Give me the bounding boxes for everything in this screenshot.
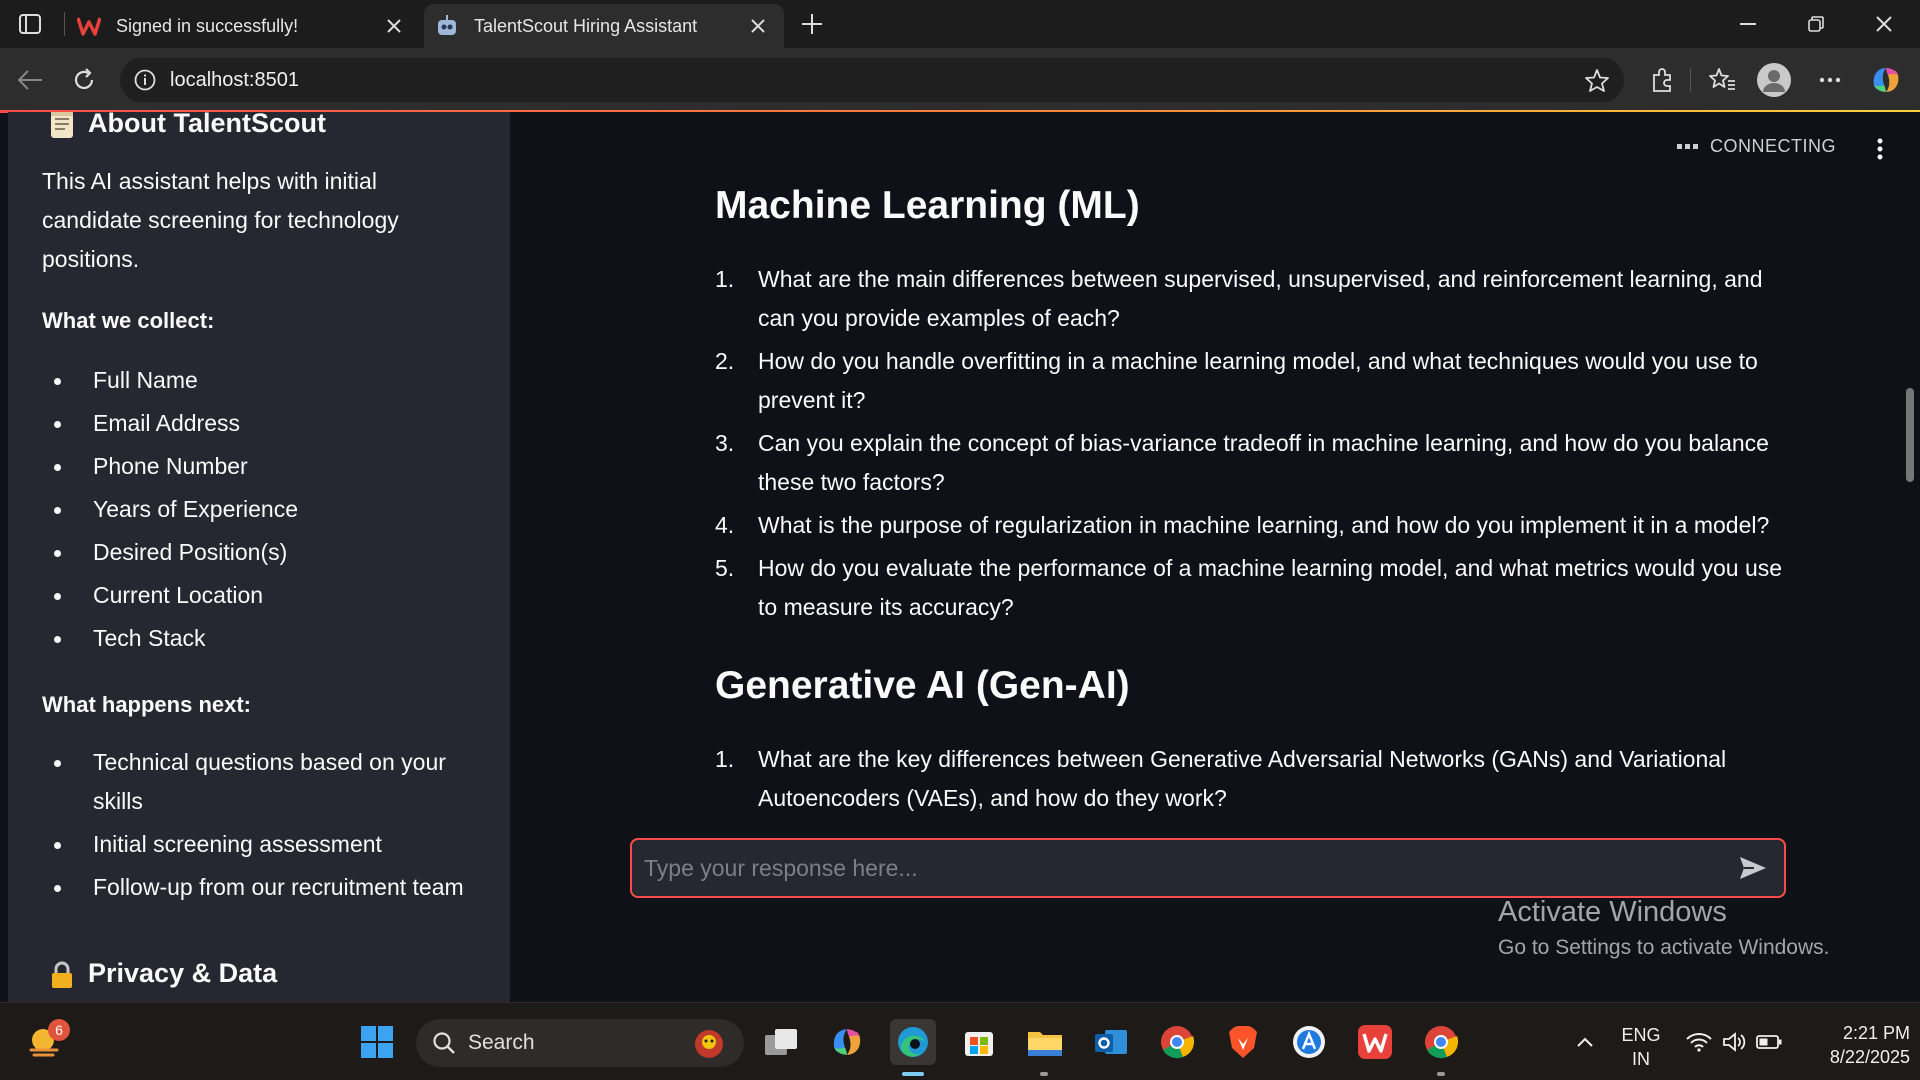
input-language[interactable]: ENG IN	[1616, 1023, 1666, 1071]
chrome-icon[interactable]	[1154, 1019, 1200, 1065]
favorite-star-icon[interactable]	[1584, 68, 1610, 97]
site-info-icon[interactable]	[134, 69, 156, 96]
outlook-icon[interactable]	[1088, 1019, 1134, 1065]
sidebar: About TalentScout This AI assistant help…	[8, 112, 510, 1002]
collect-heading: What we collect:	[42, 308, 215, 333]
list-item: Full Name	[42, 361, 482, 404]
search-label: Search	[468, 1031, 535, 1054]
brave-browser-icon[interactable]	[1220, 1019, 1266, 1065]
connecting-dots-icon	[1677, 144, 1698, 149]
reload-icon[interactable]	[66, 62, 102, 98]
windows-activation-subtitle: Go to Settings to activate Windows.	[1498, 936, 1830, 959]
genai-question-list: 1. What are the key differences between G…	[715, 740, 1805, 822]
close-window-icon[interactable]	[1866, 8, 1902, 40]
tab-signed-in[interactable]: Signed in successfully!	[64, 4, 420, 48]
list-item: Technical questions based on your skills	[42, 743, 472, 821]
clock-date: 8/22/2025	[1829, 1047, 1910, 1067]
microsoft-store-icon[interactable]	[956, 1019, 1002, 1065]
running-app-indicator	[1437, 1072, 1445, 1076]
windows-activation-title: Activate Windows	[1498, 896, 1727, 928]
list-item: Email Address	[42, 404, 482, 447]
chat-input-container	[630, 838, 1786, 898]
copilot-icon[interactable]	[1868, 62, 1904, 98]
wps-logo-icon	[76, 13, 102, 39]
copilot-app-icon[interactable]	[824, 1019, 870, 1065]
main-menu-icon[interactable]	[1868, 134, 1892, 164]
more-options-icon[interactable]	[1812, 62, 1848, 98]
active-app-indicator	[902, 1072, 924, 1076]
wps-office-icon[interactable]	[1352, 1019, 1398, 1065]
address-bar[interactable]: localhost:8501	[120, 58, 1624, 102]
main-content: CONNECTING Machine Learning (ML) 1. What …	[510, 112, 1920, 1002]
list-item: Desired Position(s)	[42, 533, 482, 576]
list-item: 4. What is the purpose of regularization …	[715, 512, 1770, 538]
battery-icon	[1756, 1034, 1782, 1050]
tab-actions-icon[interactable]	[12, 8, 48, 40]
profile-avatar-icon[interactable]	[1756, 62, 1792, 98]
task-view-icon[interactable]	[758, 1019, 804, 1065]
tab-title: Signed in successfully!	[116, 15, 299, 36]
tab-talentscout[interactable]: TalentScout Hiring Assistant	[424, 4, 784, 48]
new-tab-icon[interactable]	[794, 8, 830, 40]
volume-icon	[1722, 1032, 1746, 1052]
taskbar: 6 Search ENG IN 2:21 PM 8/22/2025	[0, 1002, 1920, 1080]
search-highlight-icon	[692, 1027, 726, 1066]
search-icon	[432, 1031, 456, 1055]
send-icon[interactable]	[1736, 852, 1770, 884]
list-item: 1. What are the main differences between …	[715, 266, 1763, 331]
privacy-heading: Privacy & Data	[48, 958, 277, 989]
taskbar-search[interactable]: Search	[416, 1019, 744, 1067]
next-list: Technical questions based on your skills…	[42, 743, 472, 911]
favorites-icon[interactable]	[1704, 62, 1740, 98]
ml-question-list: 1. What are the main differences between …	[715, 260, 1805, 631]
memo-icon	[48, 112, 76, 138]
wifi-icon	[1686, 1032, 1712, 1052]
back-arrow-icon[interactable]	[12, 62, 48, 98]
list-item: Tech Stack	[42, 619, 482, 662]
close-tab-icon[interactable]	[746, 14, 770, 38]
list-item: Years of Experience	[42, 490, 482, 533]
list-item: 3. Can you explain the concept of bias-va…	[715, 430, 1769, 495]
toolbar-separator	[1690, 68, 1691, 92]
next-heading: What happens next:	[42, 692, 252, 717]
minimize-icon[interactable]	[1730, 8, 1766, 40]
app-store-icon[interactable]	[1286, 1019, 1332, 1065]
section-heading-genai: Generative AI (Gen-AI)	[715, 664, 1130, 707]
close-tab-icon[interactable]	[382, 14, 406, 38]
connection-status: CONNECTING	[1677, 136, 1836, 157]
list-item: Phone Number	[42, 447, 482, 490]
list-item: 5. How do you evaluate the performance of…	[715, 555, 1783, 620]
robot-favicon-icon	[434, 13, 460, 39]
about-description: This AI assistant helps with initial can…	[42, 168, 399, 272]
browser-toolbar: localhost:8501	[0, 48, 1920, 112]
system-tray-quick-settings[interactable]	[1674, 1019, 1794, 1065]
lock-icon	[48, 960, 76, 988]
list-item: Current Location	[42, 576, 482, 619]
edge-browser-icon[interactable]	[890, 1019, 936, 1065]
clock-time: 2:21 PM	[1842, 1023, 1910, 1043]
file-explorer-icon[interactable]	[1022, 1019, 1068, 1065]
section-heading-ml: Machine Learning (ML)	[715, 184, 1140, 227]
list-item: 2. How do you handle overfitting in a mac…	[715, 348, 1758, 413]
scrollbar[interactable]	[1906, 388, 1914, 482]
list-item: 1. What are the key differences between G…	[715, 746, 1727, 811]
url-text: localhost:8501	[170, 69, 299, 91]
extensions-icon[interactable]	[1644, 62, 1680, 98]
tab-title: TalentScout Hiring Assistant	[474, 15, 698, 36]
list-item: Follow-up from our recruitment team	[42, 868, 472, 907]
running-app-indicator	[1040, 1072, 1048, 1076]
show-hidden-icons-chevron-icon[interactable]	[1562, 1019, 1608, 1065]
chrome-profile-icon[interactable]	[1418, 1019, 1464, 1065]
about-heading: About TalentScout	[48, 112, 326, 139]
windows-start-icon[interactable]	[354, 1019, 400, 1065]
clock[interactable]: 2:21 PM 8/22/2025	[1800, 1021, 1910, 1069]
collect-list: Full Name Email Address Phone Number Yea…	[42, 361, 482, 662]
restore-icon[interactable]	[1798, 8, 1834, 40]
chat-input[interactable]	[644, 848, 1714, 888]
weather-badge: 6	[48, 1019, 70, 1041]
browser-tab-strip: Signed in successfully! TalentScout Hiri…	[0, 0, 1920, 48]
list-item: Initial screening assessment	[42, 825, 472, 864]
